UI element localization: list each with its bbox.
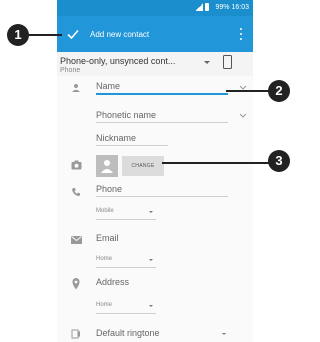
status-icons xyxy=(196,3,209,11)
callout-3-leader xyxy=(162,162,269,164)
phone-icon xyxy=(72,188,80,196)
ringtone-icon xyxy=(71,329,80,339)
callout-1: 1 xyxy=(7,24,29,46)
ringtone-select[interactable]: Default ringtone xyxy=(96,328,160,338)
person-icon xyxy=(101,160,113,173)
phone-screen: 99% 16:03 Add new contact Phone-only, un… xyxy=(57,0,253,342)
phonetic-name-field[interactable]: Phonetic name xyxy=(96,110,156,120)
phonetic-underline xyxy=(96,122,228,123)
account-selector[interactable]: Phone-only, unsynced cont... Phone xyxy=(57,52,253,76)
phone-type-underline xyxy=(96,219,156,220)
chevron-down-icon xyxy=(222,333,226,335)
status-text: 99% 16:03 xyxy=(215,4,249,11)
check-icon[interactable] xyxy=(66,27,80,41)
phone-underline xyxy=(96,196,228,197)
address-type-select[interactable]: Home xyxy=(96,302,112,308)
phone-field[interactable]: Phone xyxy=(96,184,122,194)
callout-2: 2 xyxy=(268,80,290,102)
callout-1-leader xyxy=(28,34,62,36)
person-icon xyxy=(72,84,80,92)
nickname-field[interactable]: Nickname xyxy=(96,133,136,143)
address-type-underline xyxy=(96,313,156,314)
callout-2-leader xyxy=(226,90,269,92)
change-photo-button[interactable]: CHANGE xyxy=(122,156,164,176)
email-type-select[interactable]: Home xyxy=(96,256,112,262)
callout-3: 3 xyxy=(268,150,290,172)
email-field[interactable]: Email xyxy=(96,233,119,243)
account-title: Phone-only, unsynced cont... xyxy=(60,56,176,66)
chevron-down-icon xyxy=(149,211,153,213)
account-subtitle: Phone xyxy=(60,67,81,74)
address-field[interactable]: Address xyxy=(96,277,129,287)
chevron-down-icon xyxy=(204,61,210,64)
location-icon xyxy=(72,278,80,290)
app-toolbar: Add new contact xyxy=(57,16,253,52)
battery-icon xyxy=(205,3,209,11)
expand-icon[interactable] xyxy=(239,113,247,119)
camera-icon xyxy=(71,160,82,170)
nickname-underline xyxy=(96,145,168,146)
email-icon xyxy=(71,236,82,244)
chevron-down-icon xyxy=(149,305,153,307)
phone-device-icon xyxy=(223,55,232,69)
signal-icon xyxy=(196,3,203,11)
chevron-down-icon xyxy=(149,259,153,261)
toolbar-title: Add new contact xyxy=(90,30,150,39)
name-field[interactable]: Name xyxy=(96,81,120,91)
name-underline xyxy=(96,93,228,95)
contact-photo[interactable] xyxy=(96,155,118,177)
status-bar: 99% 16:03 xyxy=(57,0,253,16)
email-type-underline xyxy=(96,267,156,268)
overflow-menu-icon[interactable] xyxy=(239,28,243,40)
phone-type-select[interactable]: Mobile xyxy=(96,208,114,214)
